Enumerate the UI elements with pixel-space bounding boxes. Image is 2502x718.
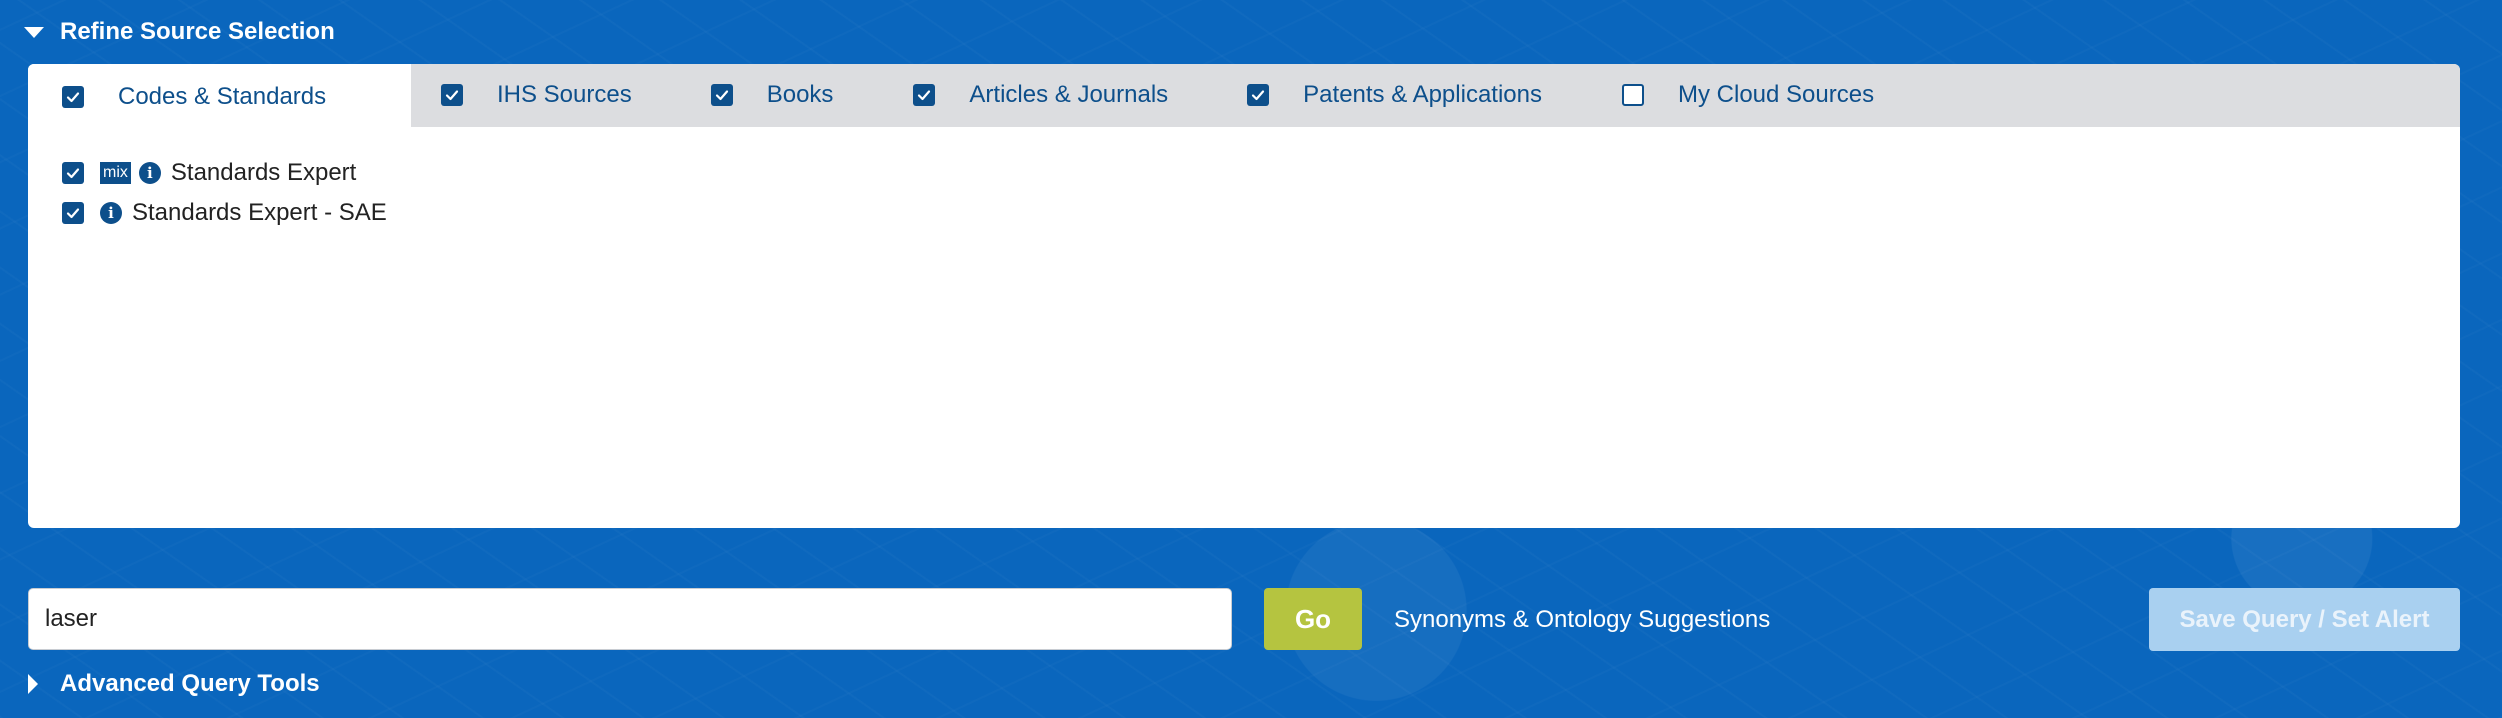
- tab-label: Articles & Journals: [969, 80, 1169, 108]
- tab-label: Books: [766, 80, 834, 108]
- check-icon: [715, 89, 728, 100]
- source-checkbox-standards-expert[interactable]: [62, 162, 84, 184]
- check-icon: [66, 208, 80, 219]
- source-label: Standards Expert - SAE: [132, 199, 387, 226]
- tab-checkbox-patents-applications[interactable]: [1247, 83, 1270, 106]
- check-icon: [66, 91, 80, 102]
- search-input[interactable]: [28, 588, 1232, 650]
- tab-articles-journals[interactable]: Articles & Journals: [913, 64, 1168, 127]
- save-query-button[interactable]: Save Query / Set Alert: [2149, 588, 2460, 651]
- tab-checkbox-books[interactable]: [710, 83, 733, 106]
- caret-down-icon: [24, 26, 44, 38]
- advanced-query-toggle[interactable]: Advanced Query Tools: [28, 670, 320, 698]
- tab-label: Codes & Standards: [118, 82, 327, 110]
- tab-books[interactable]: Books: [710, 64, 834, 127]
- mix-badge: mix: [100, 162, 131, 184]
- tab-checkbox-articles-journals[interactable]: [913, 83, 936, 106]
- tab-checkbox-codes-standards[interactable]: [62, 85, 84, 108]
- check-icon: [1252, 89, 1265, 100]
- tab-patents-applications[interactable]: Patents & Applications: [1247, 64, 1542, 127]
- source-item-standards-expert-sae: i Standards Expert - SAE: [62, 193, 2460, 233]
- source-checkbox-standards-expert-sae[interactable]: [62, 202, 84, 224]
- go-button[interactable]: Go: [1264, 588, 1362, 650]
- tab-label: IHS Sources: [497, 80, 632, 108]
- source-label: Standards Expert: [170, 159, 357, 186]
- synonyms-suggestions-link[interactable]: Synonyms & Ontology Suggestions: [1394, 606, 1770, 634]
- refine-source-toggle[interactable]: Refine Source Selection: [24, 18, 335, 46]
- refine-source-title: Refine Source Selection: [60, 18, 335, 45]
- tab-codes-standards[interactable]: Codes & Standards: [28, 64, 411, 129]
- tab-checkbox-ihs-sources[interactable]: [441, 83, 463, 106]
- tab-my-cloud-sources[interactable]: My Cloud Sources: [1622, 64, 1874, 127]
- source-item-standards-expert: mix i Standards Expert: [62, 153, 2460, 193]
- tab-ihs-sources[interactable]: IHS Sources: [441, 64, 632, 127]
- advanced-query-title: Advanced Query Tools: [60, 670, 320, 697]
- check-icon: [445, 89, 459, 100]
- tab-label: Patents & Applications: [1303, 80, 1542, 108]
- info-icon[interactable]: i: [100, 202, 122, 224]
- source-selection-panel: Codes & Standards IHS Sources Books Arti…: [28, 64, 2460, 528]
- check-icon: [66, 168, 80, 179]
- caret-right-icon: [28, 674, 38, 694]
- check-icon: [918, 89, 931, 100]
- info-icon[interactable]: i: [138, 162, 161, 184]
- tab-checkbox-my-cloud-sources[interactable]: [1622, 83, 1644, 106]
- tab-label: My Cloud Sources: [1678, 80, 1875, 108]
- source-tabs: Codes & Standards IHS Sources Books Arti…: [28, 64, 2460, 129]
- source-list: mix i Standards Expert i Standards Exper…: [28, 127, 2460, 233]
